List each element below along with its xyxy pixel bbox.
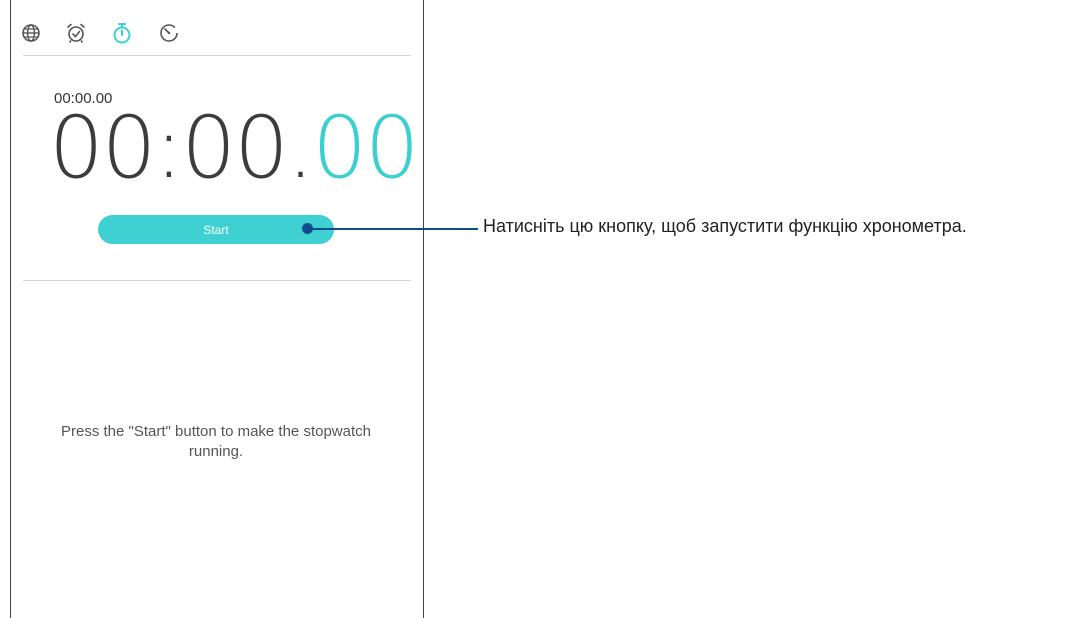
callout-dot xyxy=(302,223,313,234)
tab-world-clock[interactable] xyxy=(17,18,45,48)
stopwatch-screen: 00:00.00 00:00.00 Start Press the "Start… xyxy=(10,0,424,618)
tab-timer[interactable] xyxy=(155,18,183,48)
stopwatch-time: 00:00.00 xyxy=(49,98,420,198)
empty-state-hint: Press the "Start" button to make the sto… xyxy=(61,423,371,460)
time-main: 00:00. xyxy=(49,98,314,198)
callout-text: Натисніть цю кнопку, щоб запустити функц… xyxy=(483,216,967,236)
globe-icon xyxy=(22,24,40,42)
clock-tab-bar xyxy=(11,18,423,52)
start-button[interactable]: Start xyxy=(98,215,334,244)
stopwatch-icon xyxy=(113,23,131,44)
callout-line xyxy=(310,228,478,230)
tab-divider xyxy=(23,55,411,56)
tab-stopwatch[interactable] xyxy=(108,18,136,48)
tab-alarm[interactable] xyxy=(62,18,90,48)
time-milliseconds: 00 xyxy=(312,98,419,198)
timer-icon xyxy=(160,24,178,42)
alarm-clock-icon xyxy=(67,23,85,43)
section-divider xyxy=(23,280,411,281)
